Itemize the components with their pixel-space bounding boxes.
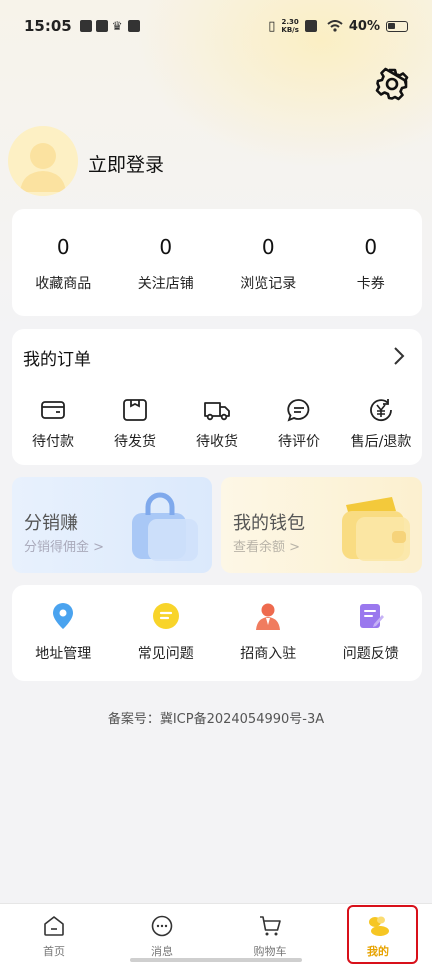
order-label: 待评价 (278, 434, 320, 450)
stat-label: 浏览记录 (240, 276, 297, 292)
order-pending-review[interactable]: 待评价 (258, 397, 340, 451)
tab-label: 消息 (151, 945, 173, 958)
chevron-right-icon[interactable] (390, 345, 408, 367)
stat-favorites[interactable]: 0 收藏商品 (12, 209, 115, 316)
notification-icon (79, 20, 92, 32)
stat-value: 0 (56, 235, 70, 259)
stat-value: 0 (261, 235, 275, 259)
tool-faq[interactable]: 常见问题 (115, 585, 218, 681)
wifi-icon (327, 20, 343, 32)
net-speed-value: 2.30 (281, 18, 299, 26)
distribution-title: 分销赚 (24, 513, 78, 534)
stat-value: 0 (364, 235, 378, 259)
order-label: 售后/退款 (350, 434, 412, 450)
tab-label: 购物车 (253, 945, 287, 958)
truck-icon (204, 402, 230, 421)
default-avatar-icon (20, 143, 66, 192)
tool-label: 常见问题 (137, 646, 194, 662)
battery-percent: 40% (348, 18, 380, 34)
stat-label: 卡券 (356, 276, 385, 292)
faq-icon (152, 603, 179, 629)
cart-icon (260, 916, 281, 936)
mail-icon (95, 20, 108, 32)
order-pending-receipt[interactable]: 待收货 (176, 397, 258, 451)
stat-label: 收藏商品 (35, 276, 92, 292)
stat-value: 0 (159, 235, 173, 259)
orders-title[interactable]: 我的订单 (23, 345, 91, 370)
wallet-illustration-icon (342, 497, 410, 561)
wallet-card[interactable]: 我的钱包 查看余额 > (221, 477, 422, 573)
message-icon (151, 915, 173, 937)
order-label: 待付款 (32, 434, 74, 450)
net-speed: 2.30 KB/s (281, 18, 298, 34)
settings-gear-icon[interactable] (375, 67, 409, 101)
comment-icon (287, 399, 310, 422)
selection-highlight (347, 905, 418, 964)
distribution-card[interactable]: 分销赚 分销得佣金 > (12, 477, 212, 573)
stats-card: 0 收藏商品 0 关注店铺 0 浏览记录 0 卡券 (12, 209, 422, 316)
wallet-subtitle: 查看余额 > (233, 540, 301, 555)
home-icon (44, 916, 64, 936)
tool-label: 问题反馈 (342, 646, 399, 662)
tab-messages[interactable]: 消息 (108, 904, 216, 964)
login-link[interactable]: 立即登录 (88, 150, 164, 177)
battery-icon (386, 20, 408, 32)
tab-cart[interactable]: 购物车 (216, 904, 324, 964)
order-pending-payment[interactable]: 待付款 (12, 397, 94, 451)
tool-merchant[interactable]: 招商入驻 (217, 585, 320, 681)
stat-history[interactable]: 0 浏览记录 (217, 209, 320, 316)
stat-label: 关注店铺 (137, 276, 194, 292)
shopping-bag-icon (132, 492, 198, 561)
tools-card: 地址管理 常见问题 招商入驻 问题反馈 (12, 585, 422, 681)
tool-address[interactable]: 地址管理 (12, 585, 115, 681)
wallet-title: 我的钱包 (233, 513, 305, 534)
feedback-icon (359, 604, 384, 628)
status-time: 15:05 (24, 17, 72, 35)
location-icon (53, 603, 74, 629)
tool-feedback[interactable]: 问题反馈 (320, 585, 423, 681)
merchant-icon (256, 603, 281, 630)
tool-label: 地址管理 (35, 646, 92, 662)
home-indicator[interactable] (130, 958, 302, 962)
net-speed-unit: KB/s (281, 26, 299, 34)
tab-home[interactable]: 首页 (0, 904, 108, 964)
crown-icon: ♛ (111, 19, 123, 33)
stat-followed-stores[interactable]: 0 关注店铺 (115, 209, 218, 316)
order-label: 待收货 (196, 434, 238, 450)
order-pending-shipment[interactable]: 待发货 (94, 397, 176, 451)
avatar[interactable] (8, 126, 78, 196)
icp-record: 备案号：冀ICP备2024054990号-3A (107, 712, 325, 727)
order-after-sales[interactable]: 售后/退款 (340, 397, 422, 451)
vibrate-icon: ▯ (268, 18, 276, 34)
no-sim-icon (304, 20, 317, 32)
tab-label: 首页 (43, 945, 65, 958)
status-bar: 15:05 ♛ ▯ 2.30 KB/s 40% (0, 0, 432, 52)
wallet-icon (41, 401, 65, 419)
refund-icon (370, 399, 392, 422)
distribution-subtitle: 分销得佣金 > (24, 540, 105, 555)
tool-label: 招商入驻 (240, 646, 297, 662)
order-label: 待发货 (114, 434, 156, 450)
orders-card: 我的订单 待付款 待发货 待收货 待评价 售后/退款 (12, 329, 422, 465)
stat-coupons[interactable]: 0 卡券 (320, 209, 423, 316)
package-icon (123, 399, 147, 421)
app-notification-icon (127, 20, 140, 32)
